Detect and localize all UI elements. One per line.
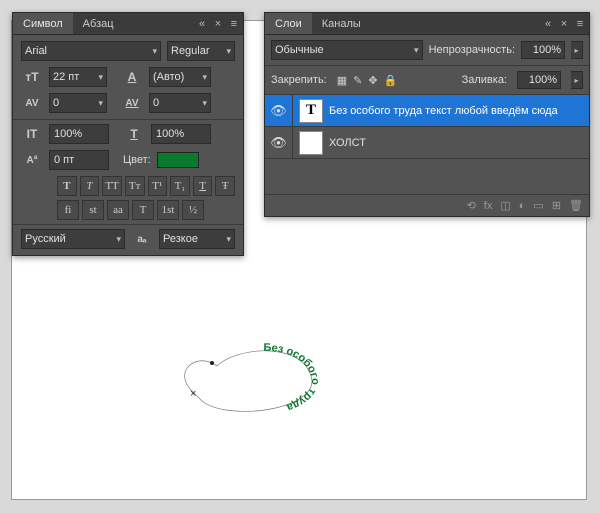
menu-icon[interactable]: ≡	[575, 19, 585, 29]
lig4-button[interactable]: T	[132, 200, 154, 220]
color-swatch[interactable]	[157, 152, 199, 168]
blend-mode-select[interactable]: Обычные▾	[271, 40, 423, 60]
collapse-icon[interactable]: «	[543, 19, 553, 29]
close-icon[interactable]: ×	[213, 19, 223, 29]
tab-symbol[interactable]: Символ	[13, 13, 73, 34]
smallcaps-button[interactable]: Tт	[125, 176, 145, 196]
color-label: Цвет:	[123, 154, 151, 166]
lock-all-icon[interactable]: 🔒	[384, 74, 398, 87]
opacity-dropdown[interactable]: ▸	[571, 41, 583, 59]
layer-name: ХОЛСТ	[329, 137, 589, 149]
layer-list: 👁T Без особого труда текст любой введём с…	[265, 95, 589, 159]
lig6-button[interactable]: ½	[182, 200, 204, 220]
lock-position-icon[interactable]: ✥	[368, 74, 377, 87]
hscale-icon: T	[123, 124, 145, 144]
tab-channels[interactable]: Каналы	[312, 13, 371, 34]
leading-icon: A	[121, 67, 143, 87]
fx-icon[interactable]: fx	[484, 200, 493, 212]
new-layer-icon[interactable]: ⊞	[552, 199, 561, 212]
kerning-input[interactable]: 0▾	[49, 93, 107, 113]
layer-name: Без особого труда текст любой введём сюд…	[329, 105, 589, 117]
leading-input[interactable]: (Авто)▾	[149, 67, 211, 87]
superscript-button[interactable]: T¹	[148, 176, 168, 196]
antialias-select[interactable]: Резкое▾	[159, 229, 235, 249]
close-icon[interactable]: ×	[559, 19, 569, 29]
layers-footer: ⟲ fx ◫ ◐ ▭ ⊞ 🗑	[265, 194, 589, 216]
layer-thumbnail[interactable]: T	[299, 99, 323, 123]
font-style-select[interactable]: Regular▾	[167, 41, 235, 61]
baseline-icon: Aª	[21, 150, 43, 170]
allcaps-button[interactable]: TT	[102, 176, 122, 196]
antialias-icon: aₐ	[131, 229, 153, 249]
lig5-button[interactable]: 1st	[157, 200, 179, 220]
bold-button[interactable]: T	[57, 176, 77, 196]
svg-text:Без особого труда: Без особого труда	[263, 342, 321, 414]
layer-thumbnail[interactable]	[299, 131, 323, 155]
svg-text:×: ×	[190, 388, 196, 400]
link-icon[interactable]: ⟲	[467, 199, 476, 212]
layer-row[interactable]: 👁T Без особого труда текст любой введём с…	[265, 95, 589, 127]
lock-label: Закрепить:	[271, 74, 327, 86]
tracking-icon: AV	[121, 93, 143, 113]
opacity-input[interactable]: 100%	[521, 41, 565, 59]
lig3-button[interactable]: aa	[107, 200, 129, 220]
menu-icon[interactable]: ≡	[229, 19, 239, 29]
strike-button[interactable]: Ŧ	[215, 176, 235, 196]
tab-paragraph[interactable]: Абзац	[73, 13, 124, 34]
italic-button[interactable]: T	[80, 176, 100, 196]
mask-icon[interactable]: ◫	[500, 199, 510, 212]
font-size-input[interactable]: 22 пт▾	[49, 67, 107, 87]
kerning-icon: AV	[21, 93, 43, 113]
text-on-path[interactable]: Без особого труда ×	[172, 341, 332, 421]
collapse-icon[interactable]: «	[197, 19, 207, 29]
font-size-icon: тТ	[21, 67, 43, 87]
opacity-label: Непрозрачность:	[429, 44, 515, 56]
lock-paint-icon[interactable]: ✎	[353, 74, 362, 87]
underline-button[interactable]: T	[193, 176, 213, 196]
panel-header: Слои Каналы « × ≡	[265, 13, 589, 35]
panel-header: Символ Абзац « × ≡	[13, 13, 243, 35]
adjustment-icon[interactable]: ◐	[519, 200, 526, 212]
tab-layers[interactable]: Слои	[265, 13, 312, 34]
character-panel: Символ Абзац « × ≡ Arial▾ Regular▾ тТ 22…	[12, 12, 244, 256]
layers-panel: Слои Каналы « × ≡ Обычные▾ Непрозрачност…	[264, 12, 590, 217]
trash-icon[interactable]: 🗑	[569, 199, 583, 212]
text-style-buttons: T T TT Tт T¹ T₁ T Ŧ	[57, 176, 235, 196]
lock-transparent-icon[interactable]: ▦	[337, 74, 347, 87]
vscale-icon: IT	[21, 124, 43, 144]
baseline-input[interactable]: 0 пт	[49, 150, 109, 170]
font-family-select[interactable]: Arial▾	[21, 41, 161, 61]
group-icon[interactable]: ▭	[533, 199, 543, 212]
fill-input[interactable]: 100%	[517, 71, 561, 89]
language-select[interactable]: Русский▾	[21, 229, 125, 249]
tracking-input[interactable]: 0▾	[149, 93, 211, 113]
fill-label: Заливка:	[462, 74, 507, 86]
vscale-input[interactable]: 100%	[49, 124, 109, 144]
fill-dropdown[interactable]: ▸	[571, 71, 583, 89]
visibility-icon[interactable]: 👁	[265, 95, 293, 126]
visibility-icon[interactable]: 👁	[265, 127, 293, 158]
lig2-button[interactable]: st	[82, 200, 104, 220]
layer-row[interactable]: 👁 ХОЛСТ	[265, 127, 589, 159]
lig1-button[interactable]: fi	[57, 200, 79, 220]
subscript-button[interactable]: T₁	[170, 176, 190, 196]
hscale-input[interactable]: 100%	[151, 124, 211, 144]
